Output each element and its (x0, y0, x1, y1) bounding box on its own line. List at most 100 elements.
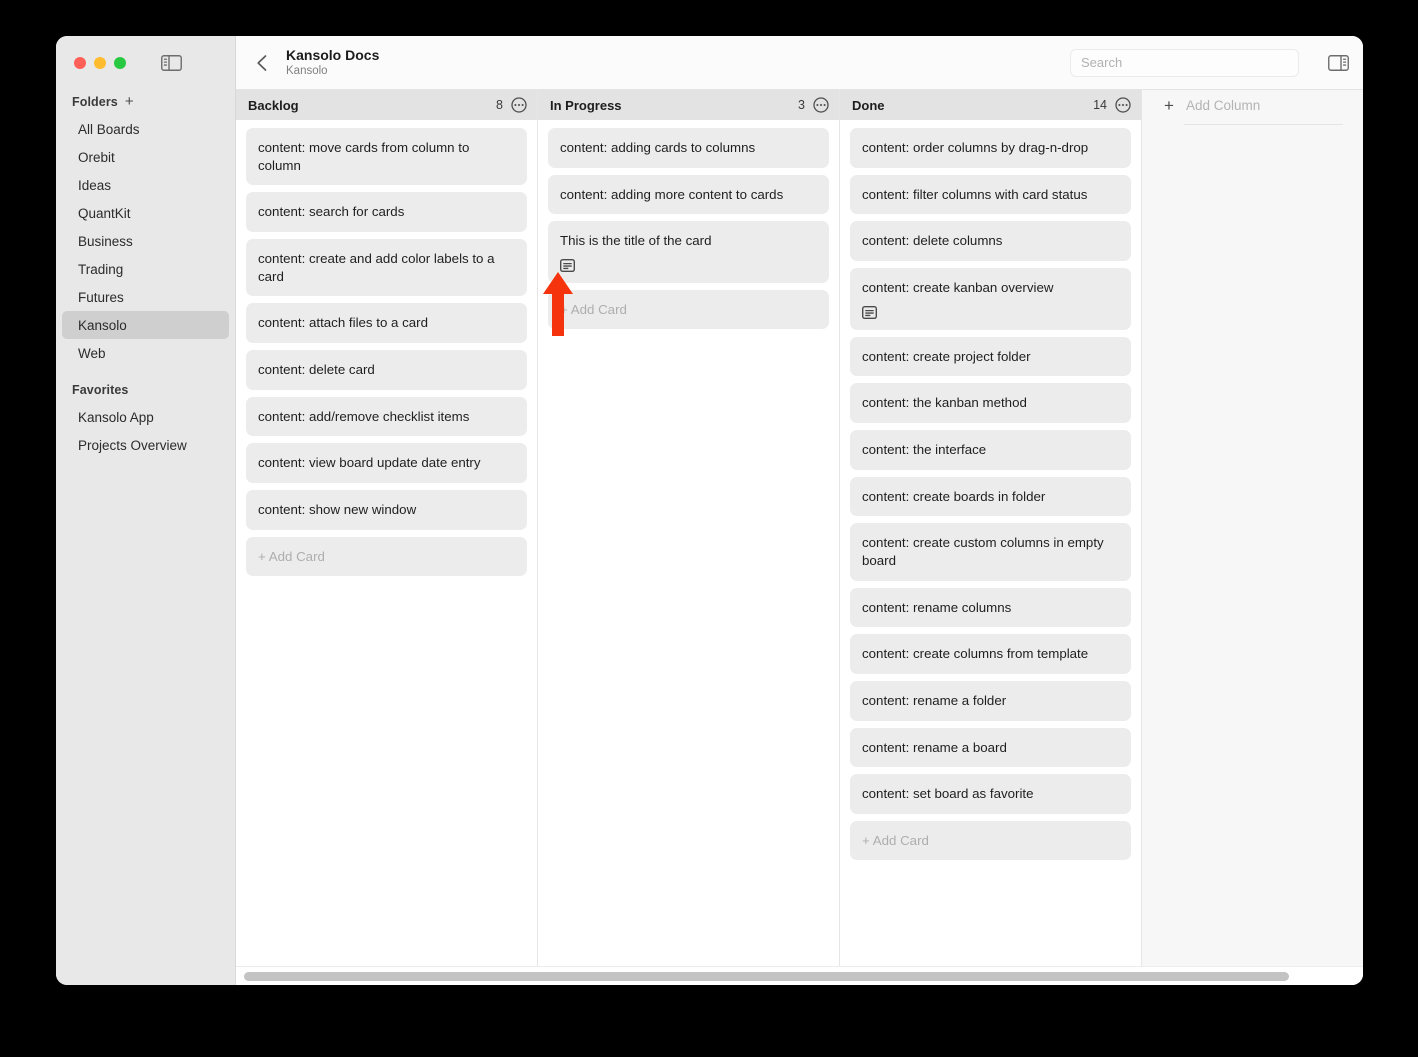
kanban-card[interactable]: content: move cards from column to colum… (246, 128, 527, 186)
horizontal-scrollbar-track[interactable] (236, 966, 1363, 985)
nav-item-label: Futures (78, 289, 124, 305)
board-column-backlog: Backlog 8 content: move cards from column … (236, 90, 538, 966)
kanban-card[interactable]: content: create custom columns in empty … (850, 523, 1131, 581)
card-title: content: adding cards to columns (560, 140, 756, 155)
add-card-button[interactable]: + Add Card (850, 821, 1131, 861)
add-folder-icon[interactable]: + (125, 94, 134, 109)
folders-list: All Boards Orebit Ideas QuantKit Business Tra… (56, 115, 235, 367)
right-panel-toggle-icon[interactable] (1327, 54, 1349, 71)
search-input[interactable] (1081, 55, 1288, 70)
favorites-label: Favorites (72, 383, 129, 397)
column-title: Done (852, 97, 885, 113)
top-toolbar: Kansolo Docs Kansolo (236, 36, 1363, 90)
card-title: content: move cards from column to colum… (258, 140, 470, 173)
nav-item-label: All Boards (78, 121, 140, 137)
add-card-button[interactable]: + Add Card (548, 290, 829, 330)
circle-ellipsis-icon[interactable] (813, 97, 829, 113)
card-title: content: the kanban method (862, 395, 1027, 411)
kanban-card[interactable]: content: search for cards (246, 192, 527, 233)
kanban-card[interactable]: content: the kanban method (850, 383, 1131, 424)
column-title: In Progress (550, 97, 622, 113)
search-box[interactable] (1070, 48, 1299, 77)
nav-item-label: Kansolo App (78, 409, 154, 425)
card-title: content: show new window (258, 502, 417, 518)
add-card-button[interactable]: + Add Card (246, 536, 527, 576)
horizontal-scrollbar-thumb[interactable] (244, 971, 1289, 981)
sidebar-item-futures[interactable]: Futures (62, 283, 229, 311)
card-title: content: order columns by drag-n-drop (862, 140, 1089, 155)
sidebar-item-business[interactable]: Business (62, 227, 229, 255)
kanban-card[interactable]: content: adding more content to cards (548, 174, 829, 215)
card-title: content: rename a board (862, 739, 1007, 755)
kanban-card[interactable]: content: filter columns with card status (850, 174, 1131, 215)
card-title: content: delete columns (862, 233, 1003, 249)
card-title: content: create custom columns in empty … (862, 535, 1104, 569)
sidebar-item-quantkit[interactable]: QuantKit (62, 199, 229, 227)
nav-item-label: Projects Overview (78, 437, 187, 453)
card-title: content: filter columns with card status (862, 186, 1088, 202)
kanban-card[interactable]: content: create kanban overview (850, 268, 1131, 330)
column-title: Backlog (248, 97, 299, 113)
zoom-window-button[interactable] (114, 57, 126, 69)
kanban-card[interactable]: content: create and add color labels to … (246, 239, 527, 297)
favorite-item-kansolo-app[interactable]: Kansolo App (62, 403, 229, 431)
kanban-card[interactable]: content: rename columns (850, 587, 1131, 628)
kanban-card[interactable]: content: attach files to a card (246, 303, 527, 344)
breadcrumb: Kansolo (286, 64, 328, 77)
nav-item-label: Orebit (78, 149, 115, 165)
card-title: content: create columns from template (862, 646, 1089, 662)
card-title: content: rename columns (862, 599, 1012, 615)
card-title: content: adding more content to cards (560, 186, 784, 202)
column-header: Done 14 (840, 90, 1141, 120)
sidebar-item-kansolo[interactable]: Kansolo (62, 311, 229, 339)
chevron-left-icon[interactable] (254, 53, 270, 73)
description-icon (560, 259, 575, 273)
nav-item-label: Trading (78, 261, 124, 277)
kanban-card[interactable]: content: the interface (850, 430, 1131, 470)
column-header: Backlog 8 (236, 90, 537, 120)
sidebar-item-all-boards[interactable]: All Boards (62, 115, 229, 143)
board-wrapper: Backlog 8 content: move cards from column … (236, 90, 1363, 985)
kanban-card[interactable]: content: create boards in folder (850, 476, 1131, 517)
card-title: content: the interface (862, 442, 987, 458)
sidebar-item-ideas[interactable]: Ideas (62, 171, 229, 199)
close-window-button[interactable] (74, 57, 86, 69)
sidebar-item-web[interactable]: Web (62, 339, 229, 367)
kanban-card[interactable]: content: rename a board (850, 727, 1131, 768)
kanban-card[interactable]: content: adding cards to columns (548, 128, 829, 168)
card-title: content: delete card (258, 362, 375, 378)
card-title: content: rename a folder (862, 693, 1007, 709)
circle-ellipsis-icon[interactable] (1115, 97, 1131, 113)
plus-icon: + (1164, 95, 1174, 115)
kanban-card[interactable]: content: delete card (246, 350, 527, 390)
kanban-card[interactable]: content: order columns by drag-n-drop (850, 128, 1131, 168)
column-card-list: content: move cards from column to colum… (236, 120, 537, 966)
minimize-window-button[interactable] (94, 57, 106, 69)
text-caret (553, 291, 555, 306)
column-card-count: 3 (798, 98, 805, 112)
add-column-underline (1184, 124, 1343, 125)
column-card-count: 14 (1093, 98, 1107, 112)
add-card-label: + Add Card (560, 302, 627, 318)
column-card-list: content: adding cards to columns content:… (538, 120, 839, 966)
add-column-button[interactable]: + Add Column (1142, 90, 1363, 120)
favorites-section-header: Favorites (56, 379, 235, 403)
left-panel-toggle-icon[interactable] (160, 55, 182, 72)
circle-ellipsis-icon[interactable] (511, 97, 527, 113)
card-badges (862, 305, 1119, 319)
card-title: content: add/remove checklist items (258, 408, 470, 424)
kanban-card[interactable]: content: rename a folder (850, 681, 1131, 721)
kanban-card[interactable]: content: add/remove checklist items (246, 396, 527, 437)
kanban-card[interactable]: content: create project folder (850, 336, 1131, 377)
sidebar-item-orebit[interactable]: Orebit (62, 143, 229, 171)
kanban-card[interactable]: content: set board as favorite (850, 774, 1131, 815)
sidebar-item-trading[interactable]: Trading (62, 255, 229, 283)
kanban-card[interactable]: This is the title of the card (548, 221, 829, 284)
kanban-card[interactable]: content: show new window (246, 490, 527, 530)
column-card-list: content: order columns by drag-n-drop con… (840, 120, 1141, 966)
favorite-item-projects-overview[interactable]: Projects Overview (62, 431, 229, 459)
page-title: Kansolo Docs (286, 46, 380, 63)
kanban-card[interactable]: content: view board update date entry (246, 443, 527, 484)
kanban-card[interactable]: content: create columns from template (850, 634, 1131, 675)
kanban-card[interactable]: content: delete columns (850, 221, 1131, 262)
